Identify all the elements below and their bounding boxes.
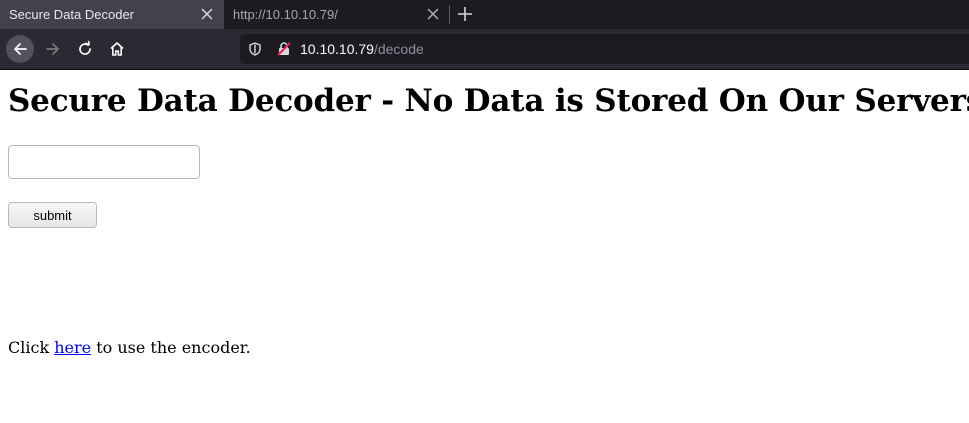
- page-heading: Secure Data Decoder - No Data is Stored …: [8, 83, 969, 119]
- encoder-instructions: Click here to use the encoder.: [8, 338, 251, 357]
- tab-title: http://10.10.10.79/: [233, 7, 338, 22]
- forward-button[interactable]: [39, 35, 67, 63]
- url-text: 10.10.10.79/decode: [300, 34, 424, 64]
- insecure-lock-icon[interactable]: [276, 41, 292, 57]
- tab-secure-data-decoder[interactable]: Secure Data Decoder: [0, 0, 224, 29]
- submit-button[interactable]: submit: [8, 202, 97, 228]
- data-input[interactable]: [8, 145, 200, 179]
- tab-home[interactable]: http://10.10.10.79/: [224, 0, 450, 29]
- navigation-toolbar: 10.10.10.79/decode: [0, 29, 969, 70]
- arrow-right-icon: [46, 43, 59, 55]
- reload-button[interactable]: [71, 35, 99, 63]
- tracking-protection-shield-icon[interactable]: [248, 42, 262, 56]
- reload-icon: [79, 40, 91, 55]
- encoder-link[interactable]: here: [54, 338, 91, 357]
- close-icon[interactable]: [426, 7, 440, 21]
- new-tab-plus-icon[interactable]: [455, 4, 475, 24]
- footer-suffix: to use the encoder.: [91, 338, 251, 357]
- tab-strip: Secure Data Decoder http://10.10.10.79/: [0, 0, 969, 29]
- tab-title: Secure Data Decoder: [9, 7, 135, 22]
- page-content: Secure Data Decoder - No Data is Stored …: [0, 70, 969, 423]
- home-button[interactable]: [103, 35, 131, 63]
- arrow-left-icon: [14, 43, 27, 55]
- url-host: 10.10.10.79: [300, 41, 374, 57]
- address-bar[interactable]: 10.10.10.79/decode: [240, 34, 969, 64]
- footer-prefix: Click: [8, 338, 55, 357]
- url-path: /decode: [373, 41, 424, 57]
- tab-divider: [449, 5, 450, 24]
- home-icon: [110, 42, 124, 56]
- back-button[interactable]: [6, 35, 34, 63]
- close-icon[interactable]: [200, 7, 214, 21]
